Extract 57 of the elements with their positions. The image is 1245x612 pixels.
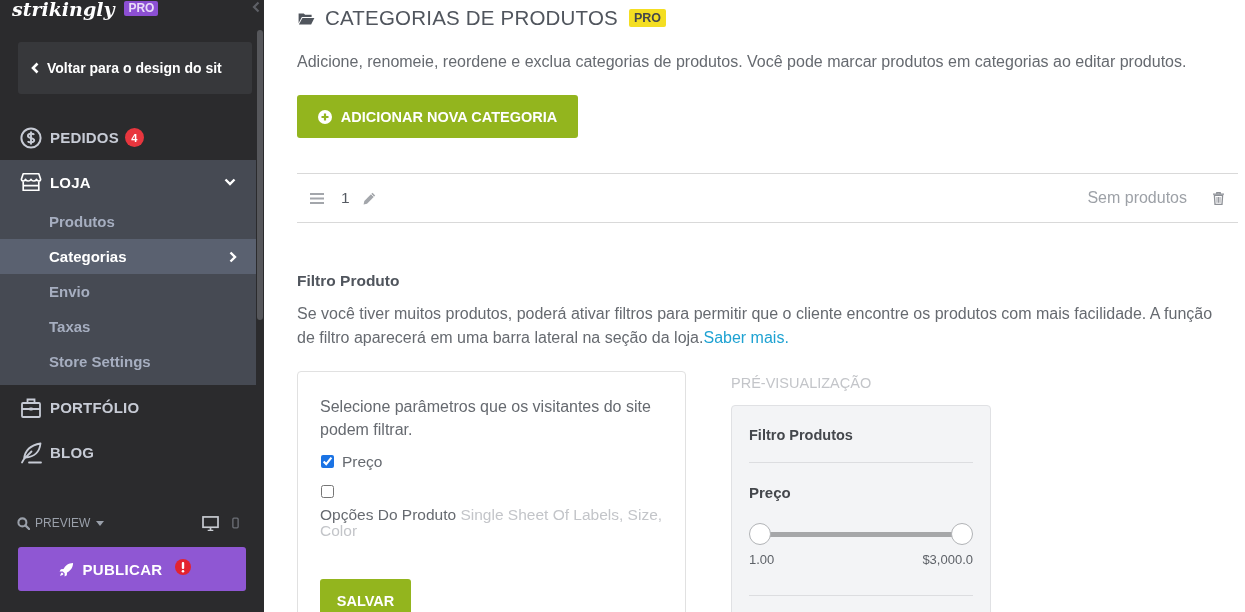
- chevron-left-icon: [31, 62, 39, 74]
- max-price: $3,000.0: [922, 551, 973, 569]
- category-name: 1: [341, 189, 350, 207]
- price-label: Preço: [749, 483, 792, 503]
- pencil-icon[interactable]: [362, 191, 376, 205]
- page-description: Adicione, renomeie, reordene e exclua categorias de produtos. Você pode marcar produtos em categorias ao editar produtos.: [297, 52, 1188, 72]
- min-price: 1.00: [749, 551, 775, 569]
- pro-badge: PRO: [124, 1, 159, 16]
- chevron-down-icon: [224, 178, 236, 186]
- nav-subitem[interactable]: Produtos: [0, 204, 256, 239]
- checkbox[interactable]: [321, 455, 334, 468]
- add-category-button[interactable]: ADICIONAR NOVA CATEGORIA: [297, 95, 578, 138]
- section-heading: Filtro Produto: [297, 271, 401, 291]
- preview-title: Filtro Produtos: [749, 426, 854, 445]
- option-label: Preço: [342, 452, 383, 472]
- nav-item[interactable]: LOJA: [0, 160, 256, 204]
- preview-label: PRÉ-VISUALIZAÇÃO: [731, 374, 873, 392]
- nav-subitem[interactable]: Envio: [0, 274, 256, 309]
- count-badge: 4: [124, 128, 144, 147]
- plus-circle-icon: [317, 109, 332, 124]
- option-label: Opções Do Produto Single Sheet Of Labels, Size, Color: [320, 507, 663, 539]
- checkbox[interactable]: [321, 485, 334, 498]
- trash-icon[interactable]: [1213, 191, 1224, 205]
- logo-wordmark: strikingly: [12, 0, 115, 20]
- chevron-right-icon: [229, 250, 237, 263]
- nav-item[interactable]: PEDIDOS 4: [0, 115, 256, 160]
- desktop-monitor-icon[interactable]: [202, 515, 219, 531]
- briefcase-icon: [20, 396, 42, 419]
- nav-item[interactable]: PORTFÓLIO: [0, 385, 256, 430]
- publish-button[interactable]: PUBLICAR: [18, 547, 246, 591]
- preview-dropdown[interactable]: PREVIEW: [17, 516, 105, 530]
- section-description: Se você tiver muitos produtos, poderá ativar filtros para permitir que o cliente encontre os produtos com mais facilidade. A função de filtro aparecerá em uma barra lateral na seção da loja.Saber mais.: [297, 304, 1214, 348]
- feather-pen-icon: [20, 441, 42, 464]
- rocket-icon: [58, 561, 74, 577]
- chevron-left-icon[interactable]: [252, 1, 260, 13]
- back-button[interactable]: Voltar para o design do sit: [18, 42, 252, 94]
- slider-thumb[interactable]: [749, 523, 771, 545]
- nav-subitem[interactable]: Taxas: [0, 309, 256, 344]
- caret-down-icon: [96, 520, 105, 526]
- slider-thumb[interactable]: [951, 523, 973, 545]
- scrollbar-thumb[interactable]: [257, 30, 263, 320]
- nav-subitem[interactable]: Categorias: [0, 239, 256, 274]
- mobile-phone-icon[interactable]: [232, 517, 239, 529]
- category-status: Sem produtos: [1087, 189, 1187, 207]
- nav-item[interactable]: BLOG: [0, 430, 256, 475]
- search-icon: [17, 516, 30, 530]
- page-title: CATEGORIAS DE PRODUTOS: [325, 6, 618, 30]
- storefront-icon: [20, 171, 42, 193]
- dollar-circle-icon: [20, 126, 42, 149]
- learn-more-link[interactable]: Saber mais.: [703, 329, 789, 346]
- drag-handle-icon[interactable]: [310, 192, 324, 204]
- nav-subitem[interactable]: Store Settings: [0, 344, 256, 379]
- save-button[interactable]: SALVAR: [320, 579, 411, 612]
- folder-open-icon: [298, 11, 315, 25]
- price-range-slider[interactable]: [749, 523, 973, 545]
- pro-badge: PRO: [628, 9, 667, 27]
- filter-prompt: Selecione parâmetros que os visitantes do site podem filtrar.: [320, 397, 652, 440]
